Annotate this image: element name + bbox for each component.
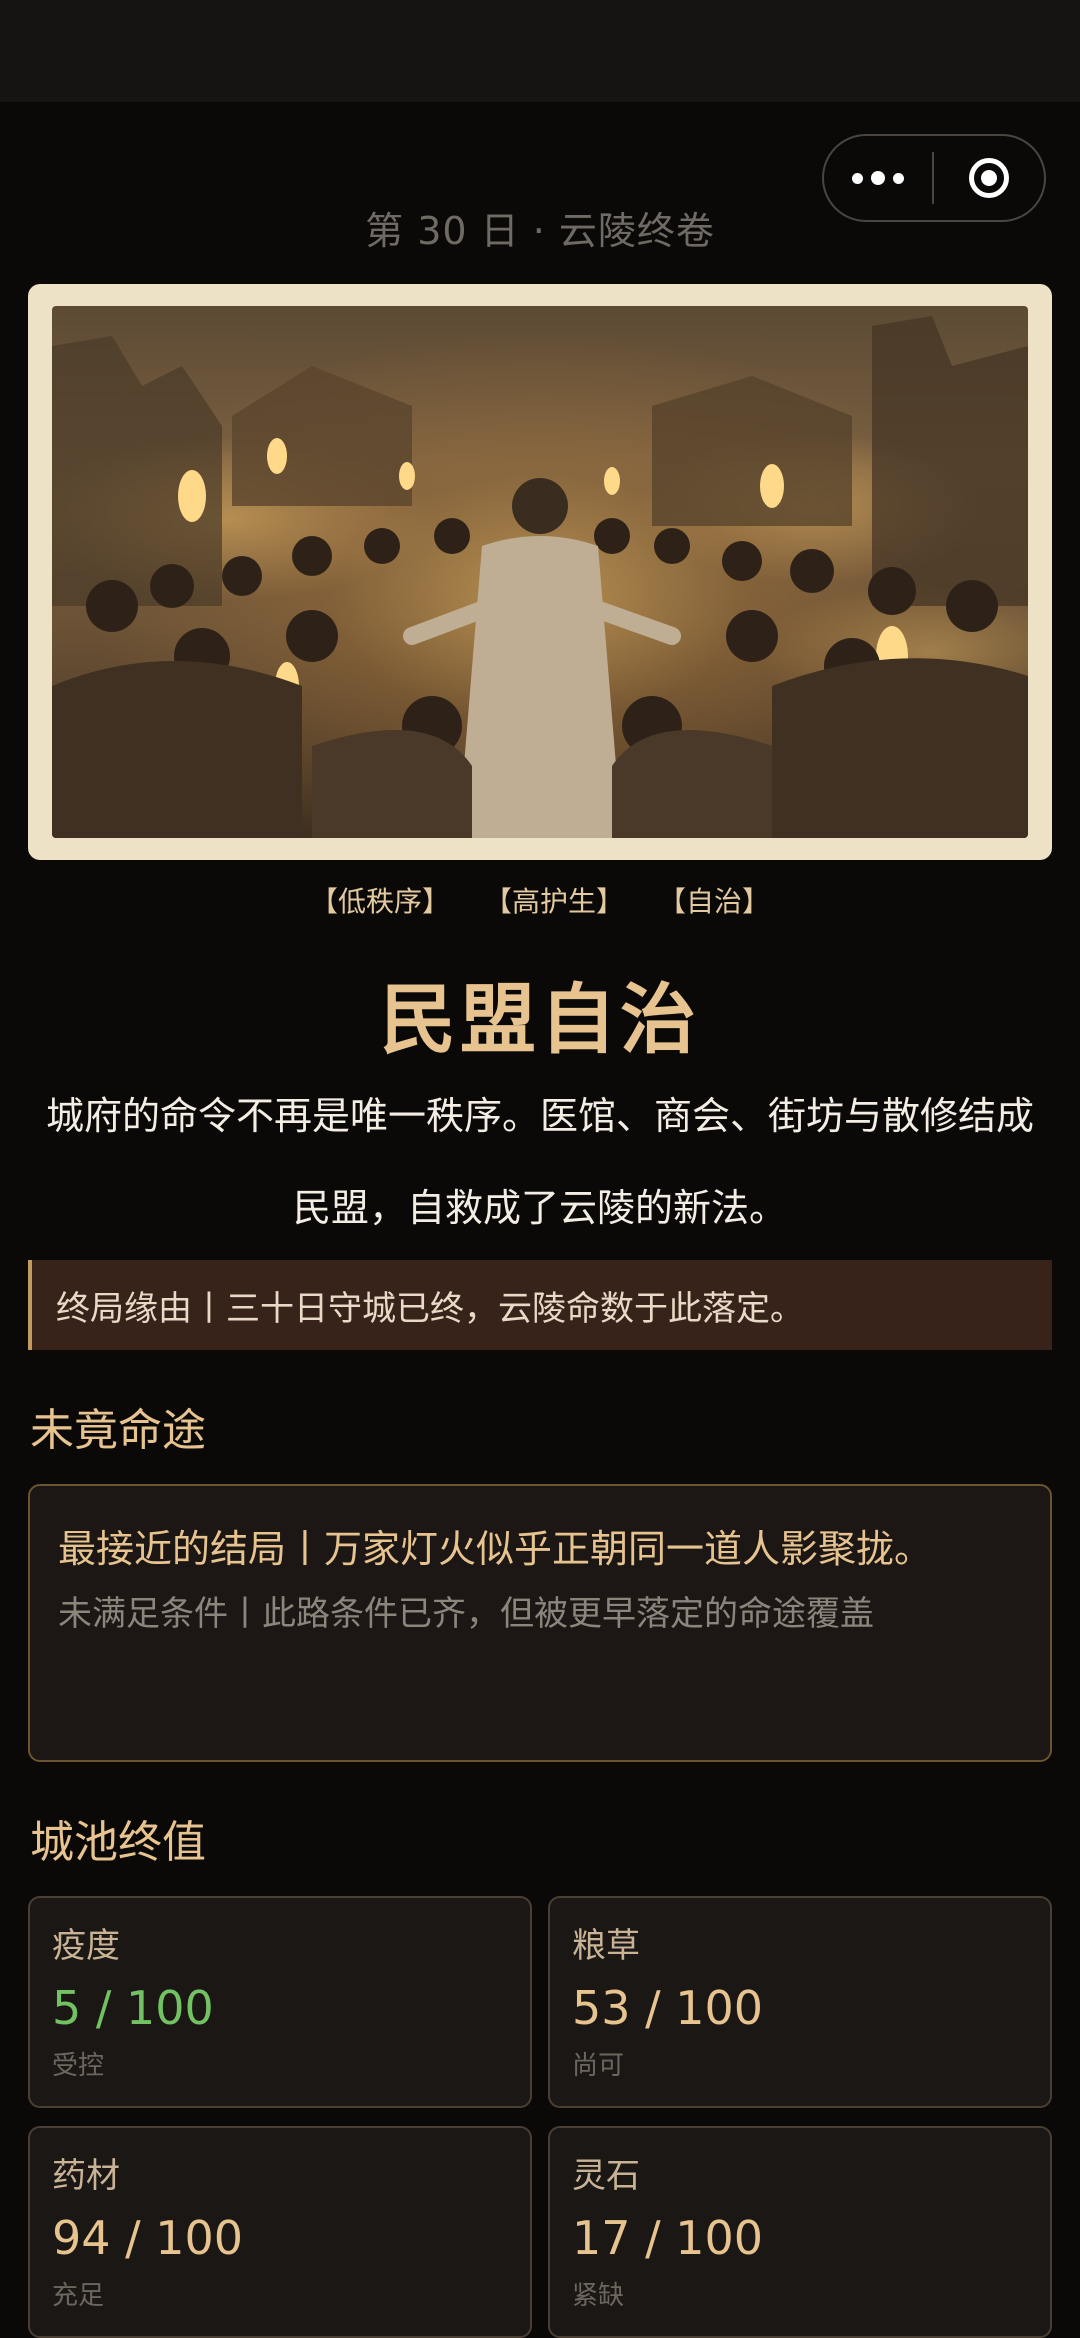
- crowd-torches-illustration: [52, 306, 1028, 838]
- ending-reason-text: 终局缘由丨三十日守城已终，云陵命数于此落定。: [56, 1288, 804, 1329]
- stat-card-medicine: 药材 94 / 100 充足: [28, 2126, 532, 2338]
- stat-value: 5 / 100: [52, 1981, 214, 2035]
- tag-high-care: 【高护生】: [483, 885, 624, 918]
- stat-card-plague: 疫度 5 / 100 受控: [28, 1896, 532, 2108]
- unmet-condition-text: 未满足条件丨此路条件已齐，但被更早落定的命途覆盖: [58, 1594, 874, 1634]
- stat-label: 灵石: [572, 2156, 640, 2196]
- unfinished-fate-card: 最接近的结局丨万家灯火似乎正朝同一道人影聚拢。 未满足条件丨此路条件已齐，但被更…: [28, 1484, 1052, 1762]
- city-stats-title: 城池终值: [30, 1817, 206, 1868]
- stat-label: 粮草: [572, 1926, 640, 1966]
- tag-low-order: 【低秩序】: [309, 885, 450, 918]
- stat-label: 疫度: [52, 1926, 120, 1966]
- closest-ending-text: 最接近的结局丨万家灯火似乎正朝同一道人影聚拢。: [58, 1527, 933, 1571]
- target-close-icon: [969, 158, 1009, 198]
- unfinished-fate-title: 未竟命途: [30, 1405, 206, 1456]
- hero-image-frame: [28, 284, 1052, 860]
- stat-state: 受控: [52, 2051, 105, 2081]
- stat-state: 紧缺: [572, 2281, 625, 2311]
- stat-state: 充足: [52, 2281, 105, 2311]
- status-bar: [0, 0, 1080, 102]
- stat-card-grain: 粮草 53 / 100 尚可: [548, 1896, 1052, 2108]
- ending-reason-banner: 终局缘由丨三十日守城已终，云陵命数于此落定。: [28, 1260, 1052, 1350]
- ending-tags: 【低秩序】 【高护生】 【自治】: [0, 880, 1080, 920]
- stat-value: 17 / 100: [572, 2211, 764, 2265]
- ending-description: 城府的命令不再是唯一秩序。医馆、商会、街坊与散修结成民盟，自救成了云陵的新法。: [45, 1094, 1034, 1230]
- stat-card-spirit-stone: 灵石 17 / 100 紧缺: [548, 2126, 1052, 2338]
- stat-value: 94 / 100: [52, 2211, 244, 2265]
- tag-autonomy: 【自治】: [658, 885, 771, 918]
- ending-title: 民盟自治: [380, 975, 700, 1064]
- day-title: 第 30 日 · 云陵终卷: [365, 209, 715, 253]
- stat-label: 药材: [52, 2156, 120, 2196]
- stat-value: 53 / 100: [572, 1981, 764, 2035]
- stat-state: 尚可: [572, 2051, 625, 2081]
